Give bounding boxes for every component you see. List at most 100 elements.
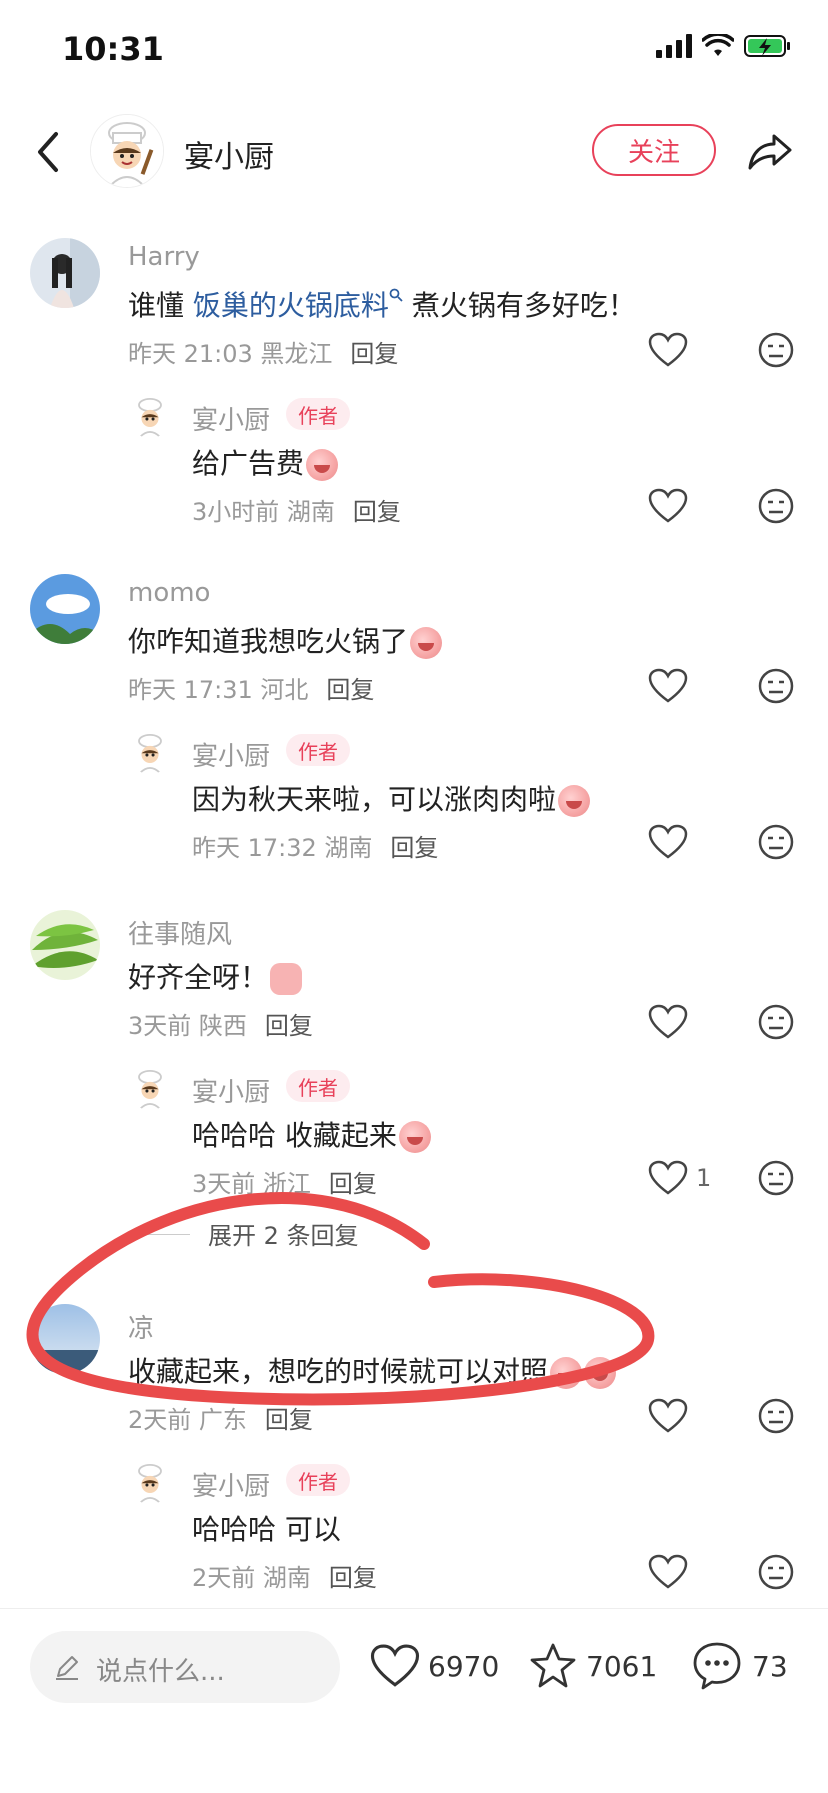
status-bar: 10:31 bbox=[0, 0, 828, 90]
bottom-bar: 说点什么... 6970 7061 73 bbox=[0, 1608, 828, 1793]
dislike-face-icon[interactable] bbox=[758, 668, 794, 704]
dislike-face-icon[interactable] bbox=[758, 824, 794, 860]
author-badge: 作者 bbox=[286, 734, 350, 766]
chef-avatar-icon bbox=[128, 394, 172, 438]
heart-icon[interactable] bbox=[648, 1160, 688, 1196]
author-avatar[interactable] bbox=[90, 114, 164, 188]
author-name[interactable]: 宴小厨 bbox=[184, 132, 274, 176]
heart-icon[interactable] bbox=[648, 1398, 688, 1434]
author-avatar-small[interactable] bbox=[128, 1460, 172, 1504]
comment-username[interactable]: 凉 bbox=[128, 1308, 154, 1345]
comment-text: 好齐全呀！ bbox=[128, 956, 303, 996]
dislike-face-icon[interactable] bbox=[758, 1398, 794, 1434]
reply-meta: 3小时前 湖南 回复 bbox=[192, 492, 401, 527]
like-count: 6970 bbox=[428, 1649, 500, 1683]
avatar-image bbox=[30, 574, 100, 644]
comment-text: 谁懂 饭巢的火锅底料 煮火锅有多好吃！ bbox=[128, 284, 636, 324]
like-count: 1 bbox=[696, 1164, 712, 1192]
reply-meta: 昨天 17:32 湖南 回复 bbox=[192, 828, 438, 863]
heart-icon[interactable] bbox=[648, 668, 688, 704]
back-arrow-icon[interactable] bbox=[28, 122, 68, 182]
dislike-face-icon[interactable] bbox=[758, 1554, 794, 1590]
reply-text-content: 哈哈哈 收藏起来 bbox=[192, 1119, 397, 1152]
status-icons bbox=[656, 34, 792, 58]
chef-avatar-icon bbox=[91, 115, 163, 187]
reply-username[interactable]: 宴小厨 bbox=[192, 736, 270, 773]
comment-meta: 3天前 陕西 回复 bbox=[128, 1006, 313, 1041]
comment-text-content: 好齐全呀！ bbox=[128, 961, 269, 994]
dislike-face-icon[interactable] bbox=[758, 332, 794, 368]
comment-text: 收藏起来，想吃的时候就可以对照 bbox=[128, 1350, 617, 1390]
reply-button[interactable]: 回复 bbox=[326, 676, 374, 704]
heart-icon[interactable] bbox=[648, 1004, 688, 1040]
reply-meta: 3天前 浙江 回复 bbox=[192, 1164, 377, 1199]
heart-icon[interactable] bbox=[648, 332, 688, 368]
comment-text-prefix: 谁懂 bbox=[128, 289, 193, 322]
user-avatar[interactable] bbox=[30, 1304, 100, 1374]
user-avatar[interactable] bbox=[30, 238, 100, 308]
comment-count: 73 bbox=[752, 1649, 788, 1683]
avatar-image bbox=[30, 1304, 100, 1374]
reply-button[interactable]: 回复 bbox=[265, 1012, 313, 1040]
crying-emoji-icon bbox=[410, 627, 443, 659]
comment-input-placeholder: 说点什么... bbox=[96, 1657, 225, 1687]
expand-replies-button[interactable]: 展开 2 条回复 bbox=[144, 1214, 444, 1254]
reply-meta: 2天前 湖南 回复 bbox=[192, 1558, 377, 1593]
crying-laugh-emoji-icon bbox=[306, 449, 339, 481]
dislike-face-icon[interactable] bbox=[758, 488, 794, 524]
wifi-icon bbox=[702, 34, 734, 56]
laughing-emoji-icon bbox=[550, 1357, 583, 1389]
user-avatar[interactable] bbox=[30, 910, 100, 980]
dislike-face-icon[interactable] bbox=[758, 1004, 794, 1040]
favorite-action[interactable]: 7061 bbox=[528, 1633, 657, 1699]
reply-button[interactable]: 回复 bbox=[353, 498, 401, 526]
comment-input[interactable]: 说点什么... bbox=[30, 1631, 340, 1703]
reply-time-location: 昨天 17:32 湖南 bbox=[192, 834, 373, 862]
heart-icon[interactable] bbox=[648, 1554, 688, 1590]
user-avatar[interactable] bbox=[30, 574, 100, 644]
reply-username[interactable]: 宴小厨 bbox=[192, 400, 270, 437]
reply-time-location: 2天前 湖南 bbox=[192, 1564, 311, 1592]
reply-button[interactable]: 回复 bbox=[329, 1170, 377, 1198]
dislike-face-icon[interactable] bbox=[758, 1160, 794, 1196]
heart-icon[interactable] bbox=[648, 488, 688, 524]
author-badge: 作者 bbox=[286, 1070, 350, 1102]
search-link[interactable]: 饭巢的火锅底料 bbox=[193, 289, 389, 322]
favorite-count: 7061 bbox=[586, 1649, 658, 1683]
laughing-emoji-icon bbox=[584, 1357, 617, 1389]
reply-text: 因为秋天来啦，可以涨肉肉啦 bbox=[192, 778, 591, 818]
comment-meta: 2天前 广东 回复 bbox=[128, 1400, 313, 1435]
author-avatar-small[interactable] bbox=[128, 730, 172, 774]
chef-avatar-icon bbox=[128, 1066, 172, 1110]
comment-username[interactable]: 往事随风 bbox=[128, 914, 232, 951]
author-avatar-small[interactable] bbox=[128, 1066, 172, 1110]
comment-username[interactable]: Harry bbox=[128, 242, 200, 272]
comment-meta: 昨天 17:31 河北 回复 bbox=[128, 670, 374, 705]
battery-charging-icon bbox=[744, 35, 790, 57]
reply-button[interactable]: 回复 bbox=[390, 834, 438, 862]
expand-divider bbox=[144, 1234, 190, 1235]
avatar-image bbox=[30, 238, 100, 308]
comment-text-suffix: 煮火锅有多好吃！ bbox=[402, 289, 636, 322]
reply-username[interactable]: 宴小厨 bbox=[192, 1466, 270, 1503]
author-badge: 作者 bbox=[286, 398, 350, 430]
comment-time-location: 2天前 广东 bbox=[128, 1406, 247, 1434]
thumbs-up-emoji-icon bbox=[270, 963, 303, 995]
status-time: 10:31 bbox=[62, 30, 164, 68]
comment-username[interactable]: momo bbox=[128, 578, 210, 608]
reply-button[interactable]: 回复 bbox=[265, 1406, 313, 1434]
reply-button[interactable]: 回复 bbox=[329, 1564, 377, 1592]
heart-icon[interactable] bbox=[648, 824, 688, 860]
follow-button[interactable]: 关注 bbox=[592, 124, 716, 176]
reply-text-content: 给广告费 bbox=[192, 447, 305, 480]
share-icon[interactable] bbox=[744, 126, 794, 176]
reply-time-location: 3小时前 湖南 bbox=[192, 498, 335, 526]
author-avatar-small[interactable] bbox=[128, 394, 172, 438]
pencil-icon bbox=[56, 1656, 78, 1680]
search-icon[interactable] bbox=[389, 288, 403, 302]
reply-username[interactable]: 宴小厨 bbox=[192, 1072, 270, 1109]
reply-button[interactable]: 回复 bbox=[350, 340, 398, 368]
comment-action[interactable]: 73 bbox=[690, 1633, 788, 1699]
like-action[interactable]: 6970 bbox=[370, 1633, 499, 1699]
reply-time-location: 3天前 浙江 bbox=[192, 1170, 311, 1198]
